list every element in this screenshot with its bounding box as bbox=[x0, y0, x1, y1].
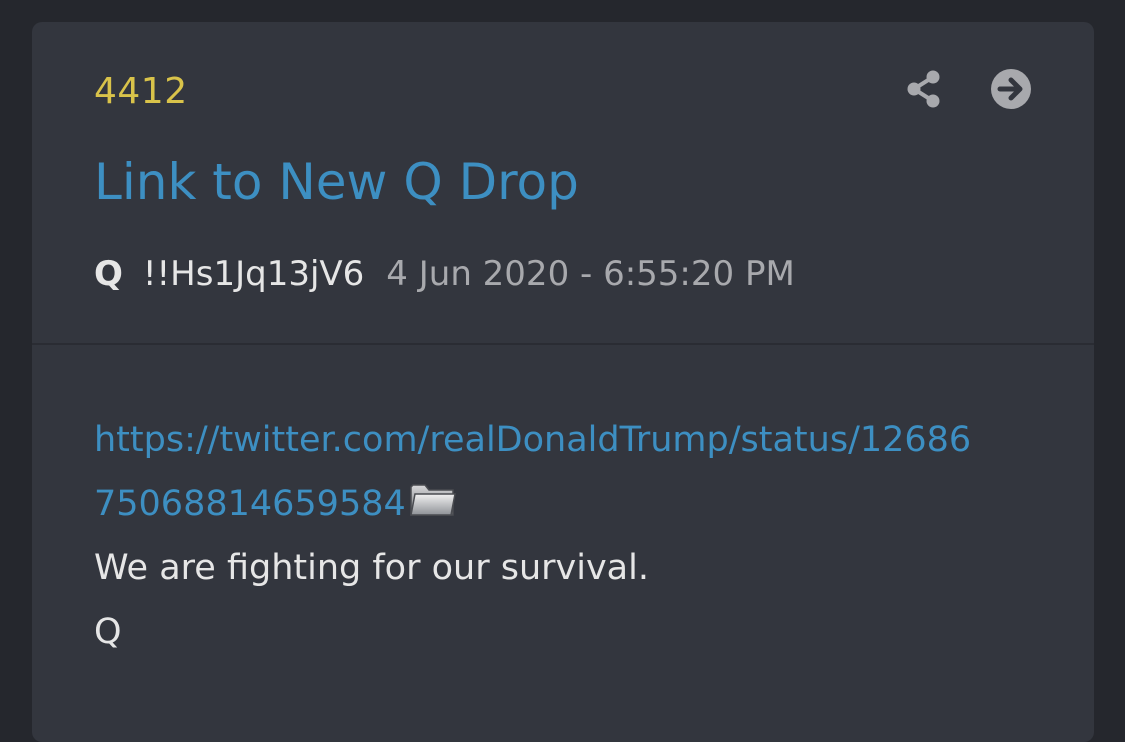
author-name: Q bbox=[94, 254, 123, 294]
tweet-link-continued[interactable]: 75068814659584 bbox=[94, 484, 406, 524]
message-text: We are fighting for our survival. bbox=[94, 548, 649, 588]
goto-post-button[interactable] bbox=[989, 67, 1033, 111]
tweet-link-line: https://twitter.com/realDonaldTrump/stat… bbox=[94, 408, 1044, 472]
arrow-right-circle-icon bbox=[991, 69, 1031, 109]
folder-icon[interactable] bbox=[408, 479, 456, 519]
post-title-link[interactable]: Link to New Q Drop bbox=[94, 150, 579, 214]
tweet-link[interactable]: https://twitter.com/realDonaldTrump/stat… bbox=[94, 420, 971, 460]
post-card: 4412 Link to New Q Drop Q !!Hs1Jq13jV6 4 J… bbox=[32, 22, 1094, 742]
tweet-link-line: 75068814659584 bbox=[94, 472, 1044, 536]
post-header: 4412 Link to New Q Drop Q !!Hs1Jq13jV6 4 J… bbox=[32, 22, 1094, 345]
post-meta: Q !!Hs1Jq13jV6 4 Jun 2020 - 6:55:20 PM bbox=[94, 252, 795, 296]
signature: Q bbox=[94, 612, 122, 652]
share-icon bbox=[907, 70, 940, 108]
post-timestamp: 4 Jun 2020 - 6:55:20 PM bbox=[386, 254, 795, 294]
share-button[interactable] bbox=[902, 67, 946, 111]
tripcode: !!Hs1Jq13jV6 bbox=[142, 254, 365, 294]
post-body: https://twitter.com/realDonaldTrump/stat… bbox=[94, 408, 1044, 664]
post-number: 4412 bbox=[94, 71, 188, 112]
